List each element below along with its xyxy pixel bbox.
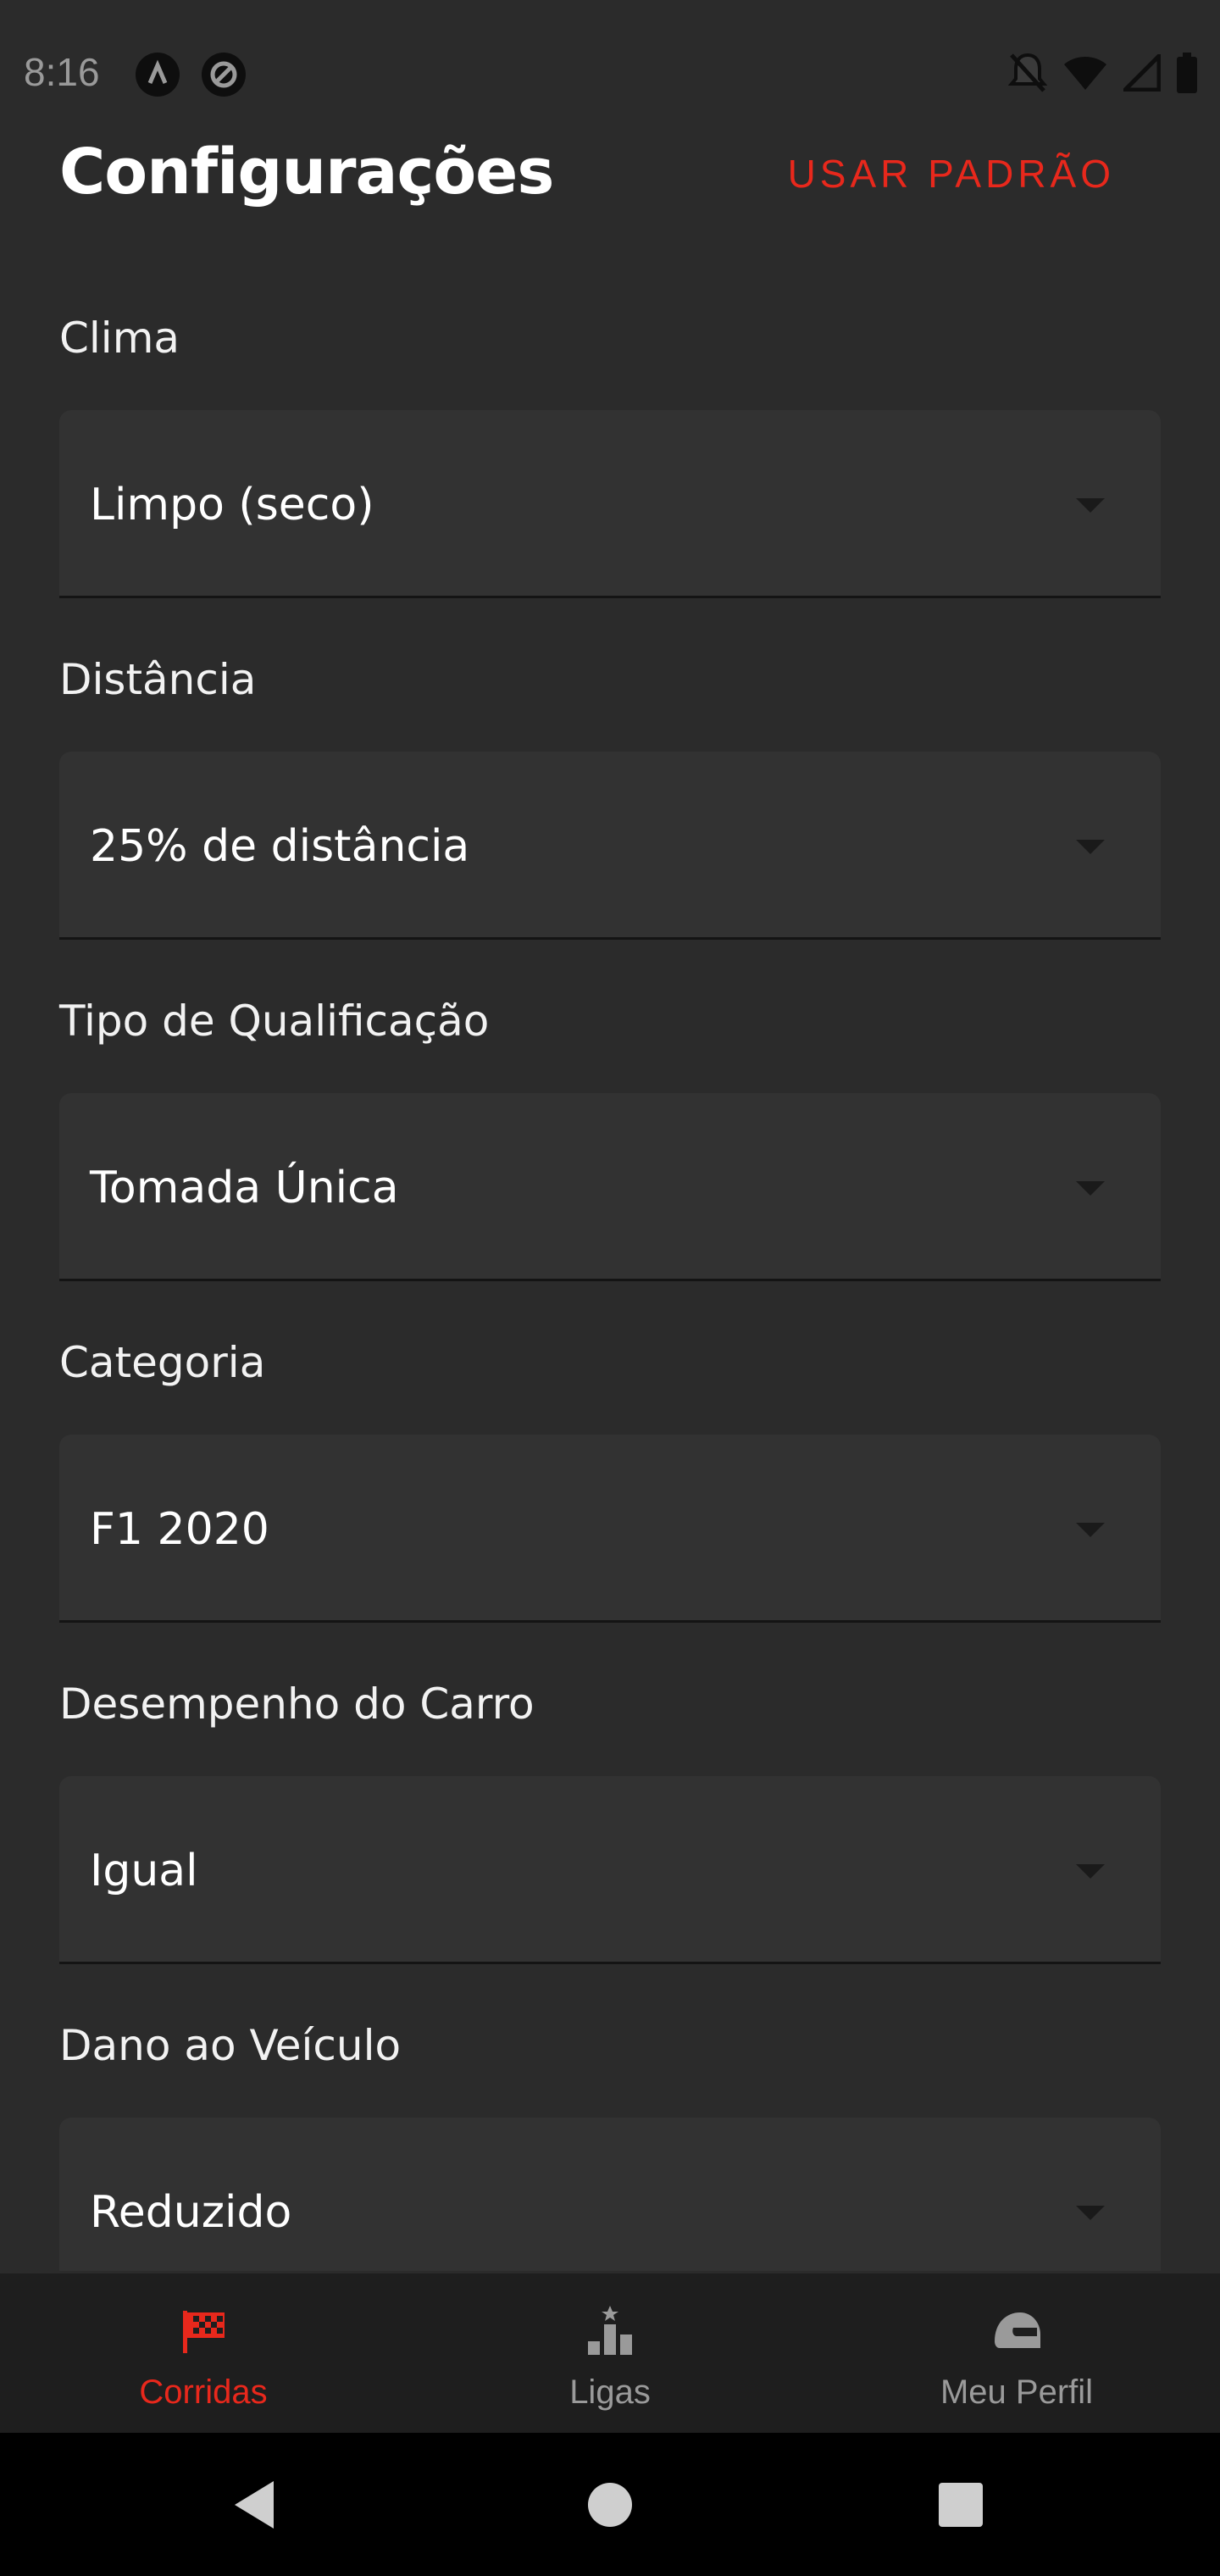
bottom-navigation: Corridas Ligas Meu Perfil <box>0 2273 1220 2433</box>
distance-select[interactable]: 25% de distância <box>59 752 1161 940</box>
nav-item-profile[interactable]: Meu Perfil <box>813 2273 1220 2433</box>
status-time: 8:16 <box>24 50 100 94</box>
helmet-icon <box>990 2304 1044 2358</box>
status-bar: 8:16 <box>0 0 1220 144</box>
recent-apps-icon[interactable] <box>939 2482 983 2527</box>
dropdown-arrow-icon <box>1076 2206 1105 2220</box>
battery-icon <box>1176 53 1198 93</box>
checkered-flag-icon <box>176 2304 230 2358</box>
dropdown-arrow-icon <box>1076 498 1105 513</box>
page-title: Configurações <box>59 136 554 208</box>
setting-label: Distância <box>59 655 257 704</box>
dropdown-arrow-icon <box>1076 1181 1105 1196</box>
system-navigation-bar <box>0 2433 1220 2576</box>
nav-label: Corridas <box>139 2373 268 2411</box>
notifications-off-icon <box>1008 52 1047 94</box>
setting-label: Tipo de Qualificação <box>59 997 490 1046</box>
weather-select[interactable]: Limpo (seco) <box>59 410 1161 598</box>
use-default-button[interactable]: USAR PADRÃO <box>788 151 1115 197</box>
wifi-icon <box>1062 54 1108 92</box>
app-a-icon <box>136 53 180 97</box>
dropdown-arrow-icon <box>1076 1864 1105 1879</box>
category-select[interactable]: F1 2020 <box>59 1435 1161 1623</box>
nav-item-leagues[interactable]: Ligas <box>407 2273 813 2433</box>
back-icon[interactable] <box>235 2480 274 2529</box>
select-value: Limpo (seco) <box>90 480 374 530</box>
select-value: F1 2020 <box>90 1504 269 1555</box>
select-value: Tomada Única <box>90 1163 399 1213</box>
qualifying-type-select[interactable]: Tomada Única <box>59 1093 1161 1281</box>
select-value: Reduzido <box>90 2187 292 2238</box>
setting-label: Desempenho do Carro <box>59 1679 535 1729</box>
settings-list[interactable]: Clima Limpo (seco) Distância 25% de dist… <box>0 297 1220 2271</box>
app-sync-icon <box>202 53 246 97</box>
nav-item-races[interactable]: Corridas <box>0 2273 407 2433</box>
setting-label: Categoria <box>59 1338 266 1387</box>
select-value: Igual <box>90 1846 198 1896</box>
car-performance-select[interactable]: Igual <box>59 1776 1161 1964</box>
dropdown-arrow-icon <box>1076 1523 1105 1537</box>
dropdown-arrow-icon <box>1076 840 1105 854</box>
podium-icon <box>583 2304 637 2358</box>
nav-label: Ligas <box>569 2373 651 2411</box>
signal-icon <box>1123 54 1161 92</box>
home-icon[interactable] <box>588 2482 632 2527</box>
nav-label: Meu Perfil <box>940 2373 1094 2411</box>
setting-label: Clima <box>59 314 180 363</box>
select-value: 25% de distância <box>90 821 470 872</box>
setting-label: Dano ao Veículo <box>59 2021 402 2070</box>
vehicle-damage-select[interactable]: Reduzido <box>59 2118 1161 2271</box>
